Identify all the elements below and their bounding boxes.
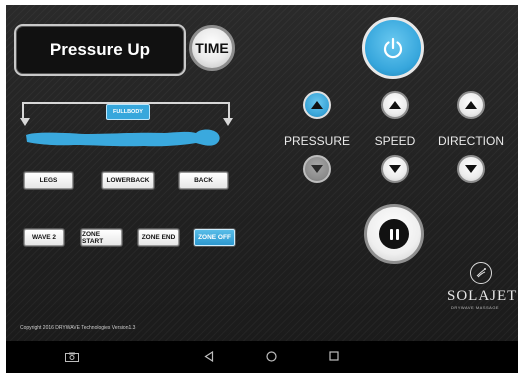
brand-logo-icon <box>470 262 492 284</box>
zone-end-label: ZONE END <box>141 234 176 241</box>
zone-legs-button[interactable]: LEGS <box>24 172 73 189</box>
speed-label: SPEED <box>374 134 416 148</box>
speed-up-button[interactable] <box>381 91 409 119</box>
pressure-down-button[interactable] <box>303 155 331 183</box>
zone-start-button[interactable]: ZONE START <box>81 229 122 246</box>
direction-label: DIRECTION <box>438 134 504 148</box>
system-nav-bar <box>6 341 518 373</box>
zone-back-label: BACK <box>194 177 213 184</box>
direction-up-button[interactable] <box>457 91 485 119</box>
speed-down-button[interactable] <box>381 155 409 183</box>
pause-button[interactable] <box>364 204 424 264</box>
mode-display-text: Pressure Up <box>49 40 151 59</box>
fullbody-button[interactable]: FULLBODY <box>106 104 150 120</box>
arrow-down-icon <box>465 165 477 173</box>
arrow-up-icon <box>389 101 401 109</box>
pressure-label: PRESSURE <box>283 134 351 148</box>
nav-home-icon[interactable] <box>266 351 277 362</box>
body-silhouette[interactable] <box>24 123 234 153</box>
arrow-down-icon <box>389 165 401 173</box>
brand-tagline: DRYWAVE MASSAGE <box>451 305 500 310</box>
power-button[interactable] <box>362 17 424 79</box>
power-icon <box>383 37 403 59</box>
zone-off-label: ZONE OFF <box>198 234 231 241</box>
arrow-up-icon <box>465 101 477 109</box>
zone-end-button[interactable]: ZONE END <box>138 229 179 246</box>
pause-icon <box>379 219 409 249</box>
zone-start-label: ZONE START <box>82 230 104 245</box>
screenshot-icon[interactable] <box>65 352 79 362</box>
arrow-down-icon <box>311 165 323 173</box>
wave-button[interactable]: WAVE 2 <box>24 229 64 246</box>
zone-lowerback-label: LOWERBACK <box>106 177 150 184</box>
zone-legs-label: LEGS <box>39 177 58 184</box>
zone-back-button[interactable]: BACK <box>179 172 228 189</box>
nav-back-icon[interactable] <box>204 351 214 362</box>
pressure-up-button[interactable] <box>303 91 331 119</box>
zone-lowerback-button[interactable]: LOWERBACK <box>102 172 154 189</box>
mode-display: Pressure Up <box>14 24 186 76</box>
direction-down-button[interactable] <box>457 155 485 183</box>
time-button-label: TIME <box>195 40 229 56</box>
wave-label: WAVE 2 <box>31 234 57 241</box>
fullbody-label: FULLBODY <box>113 109 143 115</box>
copyright-text: Copyright 2016 DRYWAVE Technologies Vers… <box>20 325 136 331</box>
brand-name: SOLAJET <box>447 288 518 304</box>
nav-recents-icon[interactable] <box>329 351 339 361</box>
arrow-up-icon <box>311 101 323 109</box>
time-button[interactable]: TIME <box>189 25 235 71</box>
zone-off-button[interactable]: ZONE OFF <box>194 229 235 246</box>
